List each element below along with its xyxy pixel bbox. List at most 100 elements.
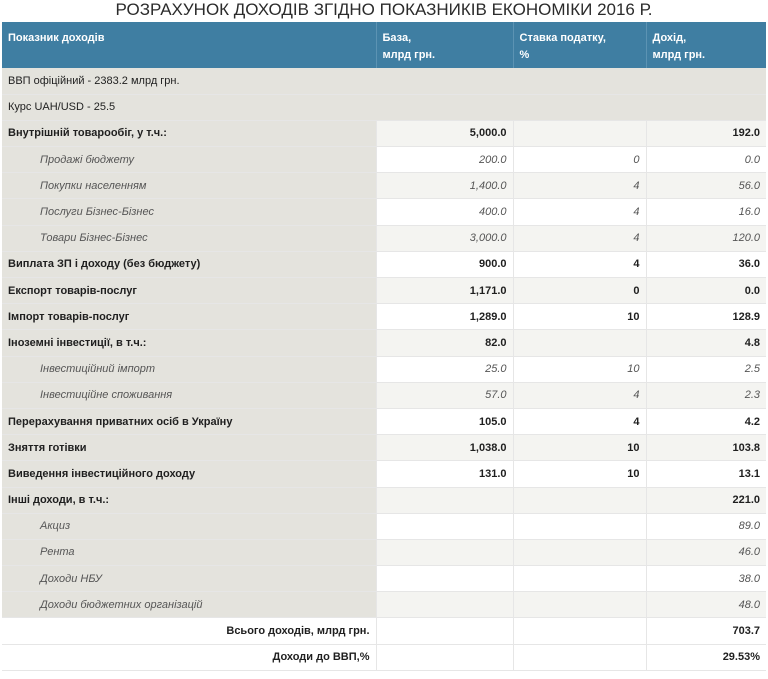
header-income-label: Дохід, [652, 32, 687, 44]
row-base: 25.0 [376, 356, 514, 383]
header-base-label: База, [382, 32, 412, 44]
total-income-tax [513, 617, 647, 645]
row-tax: 10 [513, 303, 647, 331]
row-tax [513, 539, 647, 567]
row-base [376, 591, 514, 619]
header-tax-unit: % [519, 49, 530, 61]
row-base: 900.0 [376, 251, 514, 279]
header-indicator-label: Показник доходів [8, 32, 105, 44]
row-tax: 0 [513, 146, 647, 174]
header-base: База, млрд грн. [376, 22, 514, 68]
header-income-unit: млрд грн. [652, 49, 706, 61]
table-row: Продажі бюджету 200.0 0 0.0 [2, 146, 766, 174]
row-name: Виплата ЗП і доходу (без бюджету) [2, 251, 377, 279]
table-row: Інші доходи, в т.ч.: 221.0 [2, 487, 766, 514]
row-income: 56.0 [646, 172, 766, 200]
total-income-value: 703.7 [646, 617, 766, 645]
row-income: 120.0 [646, 225, 766, 252]
row-income: 0.0 [646, 277, 766, 305]
header-tax-rate: Ставка податку,% [513, 22, 647, 68]
row-name: Виведення інвестиційного доходу [2, 460, 377, 488]
row-base: 105.0 [376, 408, 514, 436]
income-to-gdp-tax [513, 643, 647, 671]
row-income: 2.3 [646, 382, 766, 409]
table-row: Іноземні інвестиції, в т.ч.: 82.0 4.8 [2, 329, 766, 357]
row-tax [513, 565, 647, 593]
row-income: 0.0 [646, 146, 766, 174]
row-tax [513, 329, 647, 357]
row-tax [513, 120, 647, 148]
header-indicator: Показник доходів [2, 22, 377, 68]
header-tax-label: Ставка податку, [519, 32, 606, 44]
row-base: 400.0 [376, 198, 514, 226]
table-row: Виплата ЗП і доходу (без бюджету) 900.0 … [2, 251, 766, 279]
row-base: 57.0 [376, 382, 514, 409]
row-name: Експорт товарів-послуг [2, 277, 377, 305]
table-row: Покупки населенням 1,400.0 4 56.0 [2, 172, 766, 200]
row-base: 1,171.0 [376, 277, 514, 305]
row-base: 200.0 [376, 146, 514, 174]
table-row: Інвестиційне споживання 57.0 4 2.3 [2, 382, 766, 409]
row-tax: 10 [513, 356, 647, 383]
row-tax: 4 [513, 172, 647, 200]
row-income: 192.0 [646, 120, 766, 148]
row-name: Акциз [2, 513, 377, 540]
table-row: Внутрішній товарообіг, у т.ч.: 5,000.0 1… [2, 120, 766, 148]
row-income: 13.1 [646, 460, 766, 488]
row-income: 48.0 [646, 591, 766, 619]
row-name: Зняття готівки [2, 434, 377, 462]
row-tax [513, 487, 647, 514]
row-tax: 4 [513, 225, 647, 252]
row-name: Інші доходи, в т.ч.: [2, 487, 377, 514]
row-base [376, 513, 514, 540]
table-row: Виведення інвестиційного доходу 131.0 10… [2, 460, 766, 488]
row-income: 16.0 [646, 198, 766, 226]
row-base: 1,038.0 [376, 434, 514, 462]
row-income: 46.0 [646, 539, 766, 567]
row-name: Перерахування приватних осіб в Україну [2, 408, 377, 436]
row-name: Імпорт товарів-послуг [2, 303, 377, 331]
total-income-base [376, 617, 514, 645]
info-row-gdp: ВВП офіційний - 2383.2 млрд грн. [2, 68, 766, 95]
row-name: Інвестиційне споживання [2, 382, 377, 409]
row-tax: 4 [513, 198, 647, 226]
gdp-info: ВВП офіційний - 2383.2 млрд грн. [2, 68, 766, 95]
row-tax: 4 [513, 408, 647, 436]
income-to-gdp-label: Доходи до ВВП,% [2, 643, 377, 671]
table-row: Імпорт товарів-послуг 1,289.0 10 128.9 [2, 303, 766, 331]
total-income-label: Всього доходів, млрд грн. [2, 617, 377, 645]
table-row: Товари Бізнес-Бізнес 3,000.0 4 120.0 [2, 225, 766, 252]
row-tax [513, 591, 647, 619]
table-row: Послуги Бізнес-Бізнес 400.0 4 16.0 [2, 198, 766, 226]
row-name: Товари Бізнес-Бізнес [2, 225, 377, 252]
table-row: Рента 46.0 [2, 539, 766, 567]
income-to-gdp-value: 29.53% [646, 643, 766, 671]
row-name: Рента [2, 539, 377, 567]
page-title: РОЗРАХУНОК ДОХОДІВ ЗГІДНО ПОКАЗНИКІВ ЕКО… [115, 0, 653, 19]
row-income: 221.0 [646, 487, 766, 514]
info-row-exchange-rate: Курс UAH/USD - 25.5 [2, 94, 766, 121]
table-row: Доходи НБУ 38.0 [2, 565, 766, 593]
table-row: Доходи бюджетних організацій 48.0 [2, 591, 766, 619]
row-tax: 10 [513, 434, 647, 462]
income-table: Показник доходів База, млрд грн. Ставка п… [2, 22, 766, 671]
table-header: Показник доходів База, млрд грн. Ставка п… [2, 22, 766, 68]
row-tax [513, 513, 647, 540]
table-row: Перерахування приватних осіб в Україну 1… [2, 408, 766, 436]
header-income: Дохід, млрд грн. [646, 22, 766, 68]
exchange-rate-info: Курс UAH/USD - 25.5 [2, 94, 766, 121]
row-base [376, 539, 514, 567]
row-income: 38.0 [646, 565, 766, 593]
row-name: Послуги Бізнес-Бізнес [2, 198, 377, 226]
row-income: 128.9 [646, 303, 766, 331]
income-to-gdp-row: Доходи до ВВП,% 29.53% [2, 643, 766, 671]
table-row: Зняття готівки 1,038.0 10 103.8 [2, 434, 766, 462]
row-base [376, 487, 514, 514]
table-row: Експорт товарів-послуг 1,171.0 0 0.0 [2, 277, 766, 305]
row-tax: 0 [513, 277, 647, 305]
row-income: 36.0 [646, 251, 766, 279]
row-income: 4.2 [646, 408, 766, 436]
header-base-unit: млрд грн. [382, 49, 436, 61]
table-row: Акциз 89.0 [2, 513, 766, 540]
row-base: 3,000.0 [376, 225, 514, 252]
